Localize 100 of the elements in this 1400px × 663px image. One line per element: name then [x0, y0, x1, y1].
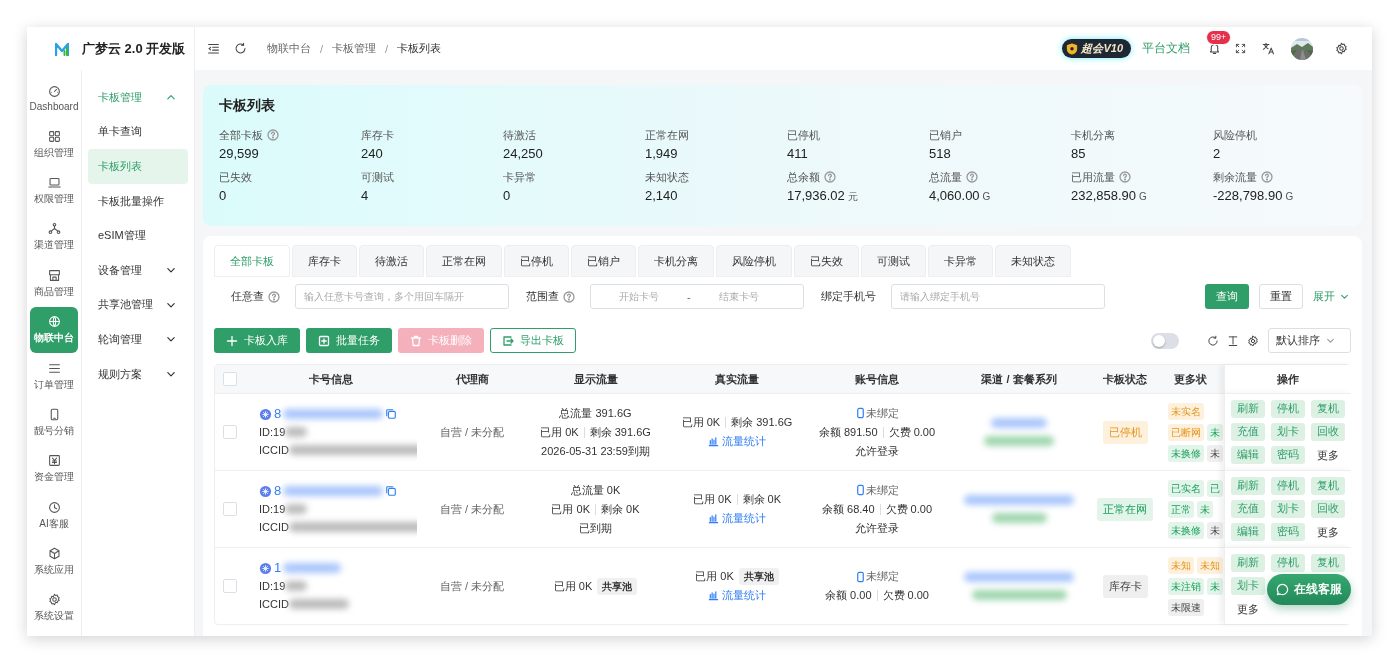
status-tag: 未限速 [1168, 598, 1204, 616]
tab[interactable]: 已销户 [571, 245, 636, 277]
globe-icon [47, 315, 61, 329]
status-tag: 未换修 [1168, 521, 1204, 539]
breadcrumb-item[interactable]: 卡板管理 [332, 41, 377, 56]
settings-icon[interactable] [1247, 334, 1259, 347]
menu-item[interactable]: eSIM管理 [88, 218, 188, 253]
settings-icon[interactable] [1335, 42, 1348, 55]
stat-value: 4,060.00 [929, 188, 980, 203]
checkbox[interactable] [223, 502, 237, 516]
nav-item[interactable]: 靓号分销 [30, 399, 78, 447]
used-traffic: 已用 0K [551, 501, 590, 517]
menu-group[interactable]: 设备管理 [88, 252, 188, 288]
more-link[interactable]: 更多 [1231, 600, 1265, 618]
traffic-stats-link[interactable]: 流量统计 [708, 509, 766, 528]
tab[interactable]: 未知状态 [995, 245, 1071, 277]
agent-text: 自营 / 未分配 [439, 501, 505, 517]
nav-item[interactable]: AI客服 [30, 492, 78, 539]
reset-button[interactable]: 重置 [1259, 284, 1303, 309]
docs-link[interactable]: 平台文档 [1142, 40, 1190, 57]
range-field[interactable]: 开始卡号 - 结束卡号 [590, 284, 804, 309]
stat-label: 已停机 [787, 127, 820, 143]
redaction-blur [288, 599, 349, 609]
checkbox[interactable] [223, 425, 237, 439]
chat-button[interactable]: 在线客服 [1267, 574, 1351, 605]
menu-item[interactable]: 卡板批量操作 [88, 183, 188, 219]
redaction-blur [991, 513, 1047, 523]
nav-item[interactable]: 商品管理 [30, 260, 78, 307]
traffic-stats-link[interactable]: 流量统计 [708, 586, 766, 605]
login-status: 允许登录 [855, 520, 899, 536]
copy-icon[interactable] [385, 408, 398, 420]
nav-item[interactable]: 资金管理 [30, 446, 78, 493]
menu-group[interactable]: 卡板管理 [88, 80, 188, 115]
tab[interactable]: 卡机分离 [638, 245, 714, 277]
tab[interactable]: 待激活 [359, 245, 424, 277]
menu-group[interactable]: 规则方案 [88, 356, 188, 392]
status-tag: 未知 [1197, 556, 1223, 574]
menu-fold-icon[interactable] [207, 42, 220, 55]
nav-item[interactable]: 系统设置 [30, 585, 78, 632]
stat-label: 剩余流量 [1213, 169, 1257, 185]
expiry-text: 2026-05-31 23:59到期 [541, 443, 650, 459]
card-number-link[interactable]: 1 [274, 559, 282, 577]
expand-link[interactable]: 展开 [1313, 289, 1349, 304]
nav-item[interactable]: 组织管理 [30, 121, 78, 168]
toggle-switch[interactable] [1151, 332, 1179, 349]
stat-label: 待激活 [503, 127, 536, 143]
nav-item[interactable]: Dashboard [30, 75, 78, 122]
status-tag: 未 [1207, 577, 1223, 595]
search-button[interactable]: 查询 [1205, 284, 1249, 309]
traffic-stats-link[interactable]: 流量统计 [708, 432, 766, 451]
tab[interactable]: 可测试 [861, 245, 926, 277]
sim-icon [259, 407, 272, 421]
checkbox[interactable] [223, 372, 237, 386]
card-number-link[interactable]: 8 [274, 482, 282, 500]
column-header: 渠道 / 套餐系列 [944, 365, 1094, 393]
input-field[interactable]: 输入任意卡号查询，多个用回车隔开 [295, 284, 509, 309]
grid-icon [47, 129, 61, 143]
stat-value: 2,140 [645, 188, 678, 203]
toolbar-button[interactable]: 卡板入库 [214, 328, 300, 353]
fullscreen-icon[interactable] [1235, 43, 1246, 54]
checkbox[interactable] [223, 579, 237, 593]
card-number-link[interactable]: 8 [274, 405, 282, 423]
vip-badge[interactable]: 超会V10 [1062, 39, 1131, 58]
text-height-icon[interactable] [1227, 334, 1239, 347]
toolbar-button[interactable]: 导出卡板 [490, 328, 576, 353]
tab[interactable]: 库存卡 [292, 245, 357, 277]
trash-icon [410, 334, 422, 347]
copy-icon[interactable] [385, 485, 398, 497]
plus-icon [226, 334, 238, 347]
nav-item[interactable]: 渠道管理 [30, 214, 78, 261]
status-tag: 未 [1207, 444, 1223, 462]
tab[interactable]: 正常在网 [426, 245, 502, 277]
stat-label: 正常在网 [645, 127, 689, 143]
used-traffic: 已用 0K [540, 424, 579, 440]
translate-icon[interactable] [1262, 42, 1275, 55]
nav-item[interactable]: 系统应用 [30, 538, 78, 586]
refresh-icon[interactable] [1207, 334, 1219, 347]
sort-select[interactable]: 默认排序 [1268, 328, 1351, 353]
stat-value: 29,599 [219, 146, 259, 161]
nav-item[interactable]: 订单管理 [30, 353, 78, 400]
more-link[interactable]: 更多 [1311, 523, 1345, 541]
nav-item[interactable]: 权限管理 [30, 167, 78, 215]
refresh-icon[interactable] [234, 42, 247, 55]
menu-group[interactable]: 轮询管理 [88, 322, 188, 357]
login-status: 允许登录 [855, 443, 899, 459]
tab[interactable]: 全部卡板 [214, 245, 290, 277]
stat-value: 0 [219, 188, 227, 203]
nav-item[interactable]: 物联中台 [30, 306, 78, 354]
breadcrumb-item[interactable]: 物联中台 [267, 41, 311, 56]
tab[interactable]: 已失效 [794, 245, 859, 277]
more-link[interactable]: 更多 [1311, 446, 1345, 464]
bell-icon[interactable] [1208, 42, 1221, 55]
tab[interactable]: 风险停机 [716, 245, 792, 277]
menu-item[interactable]: 单卡查询 [88, 114, 188, 150]
tab[interactable]: 已停机 [504, 245, 569, 277]
menu-group[interactable]: 共享池管理 [88, 287, 188, 323]
toolbar-button[interactable]: 批量任务 [306, 328, 392, 353]
menu-item[interactable]: 卡板列表 [88, 149, 188, 184]
input-field[interactable]: 请输入绑定手机号 [891, 284, 1105, 309]
tab[interactable]: 卡异常 [928, 245, 993, 277]
